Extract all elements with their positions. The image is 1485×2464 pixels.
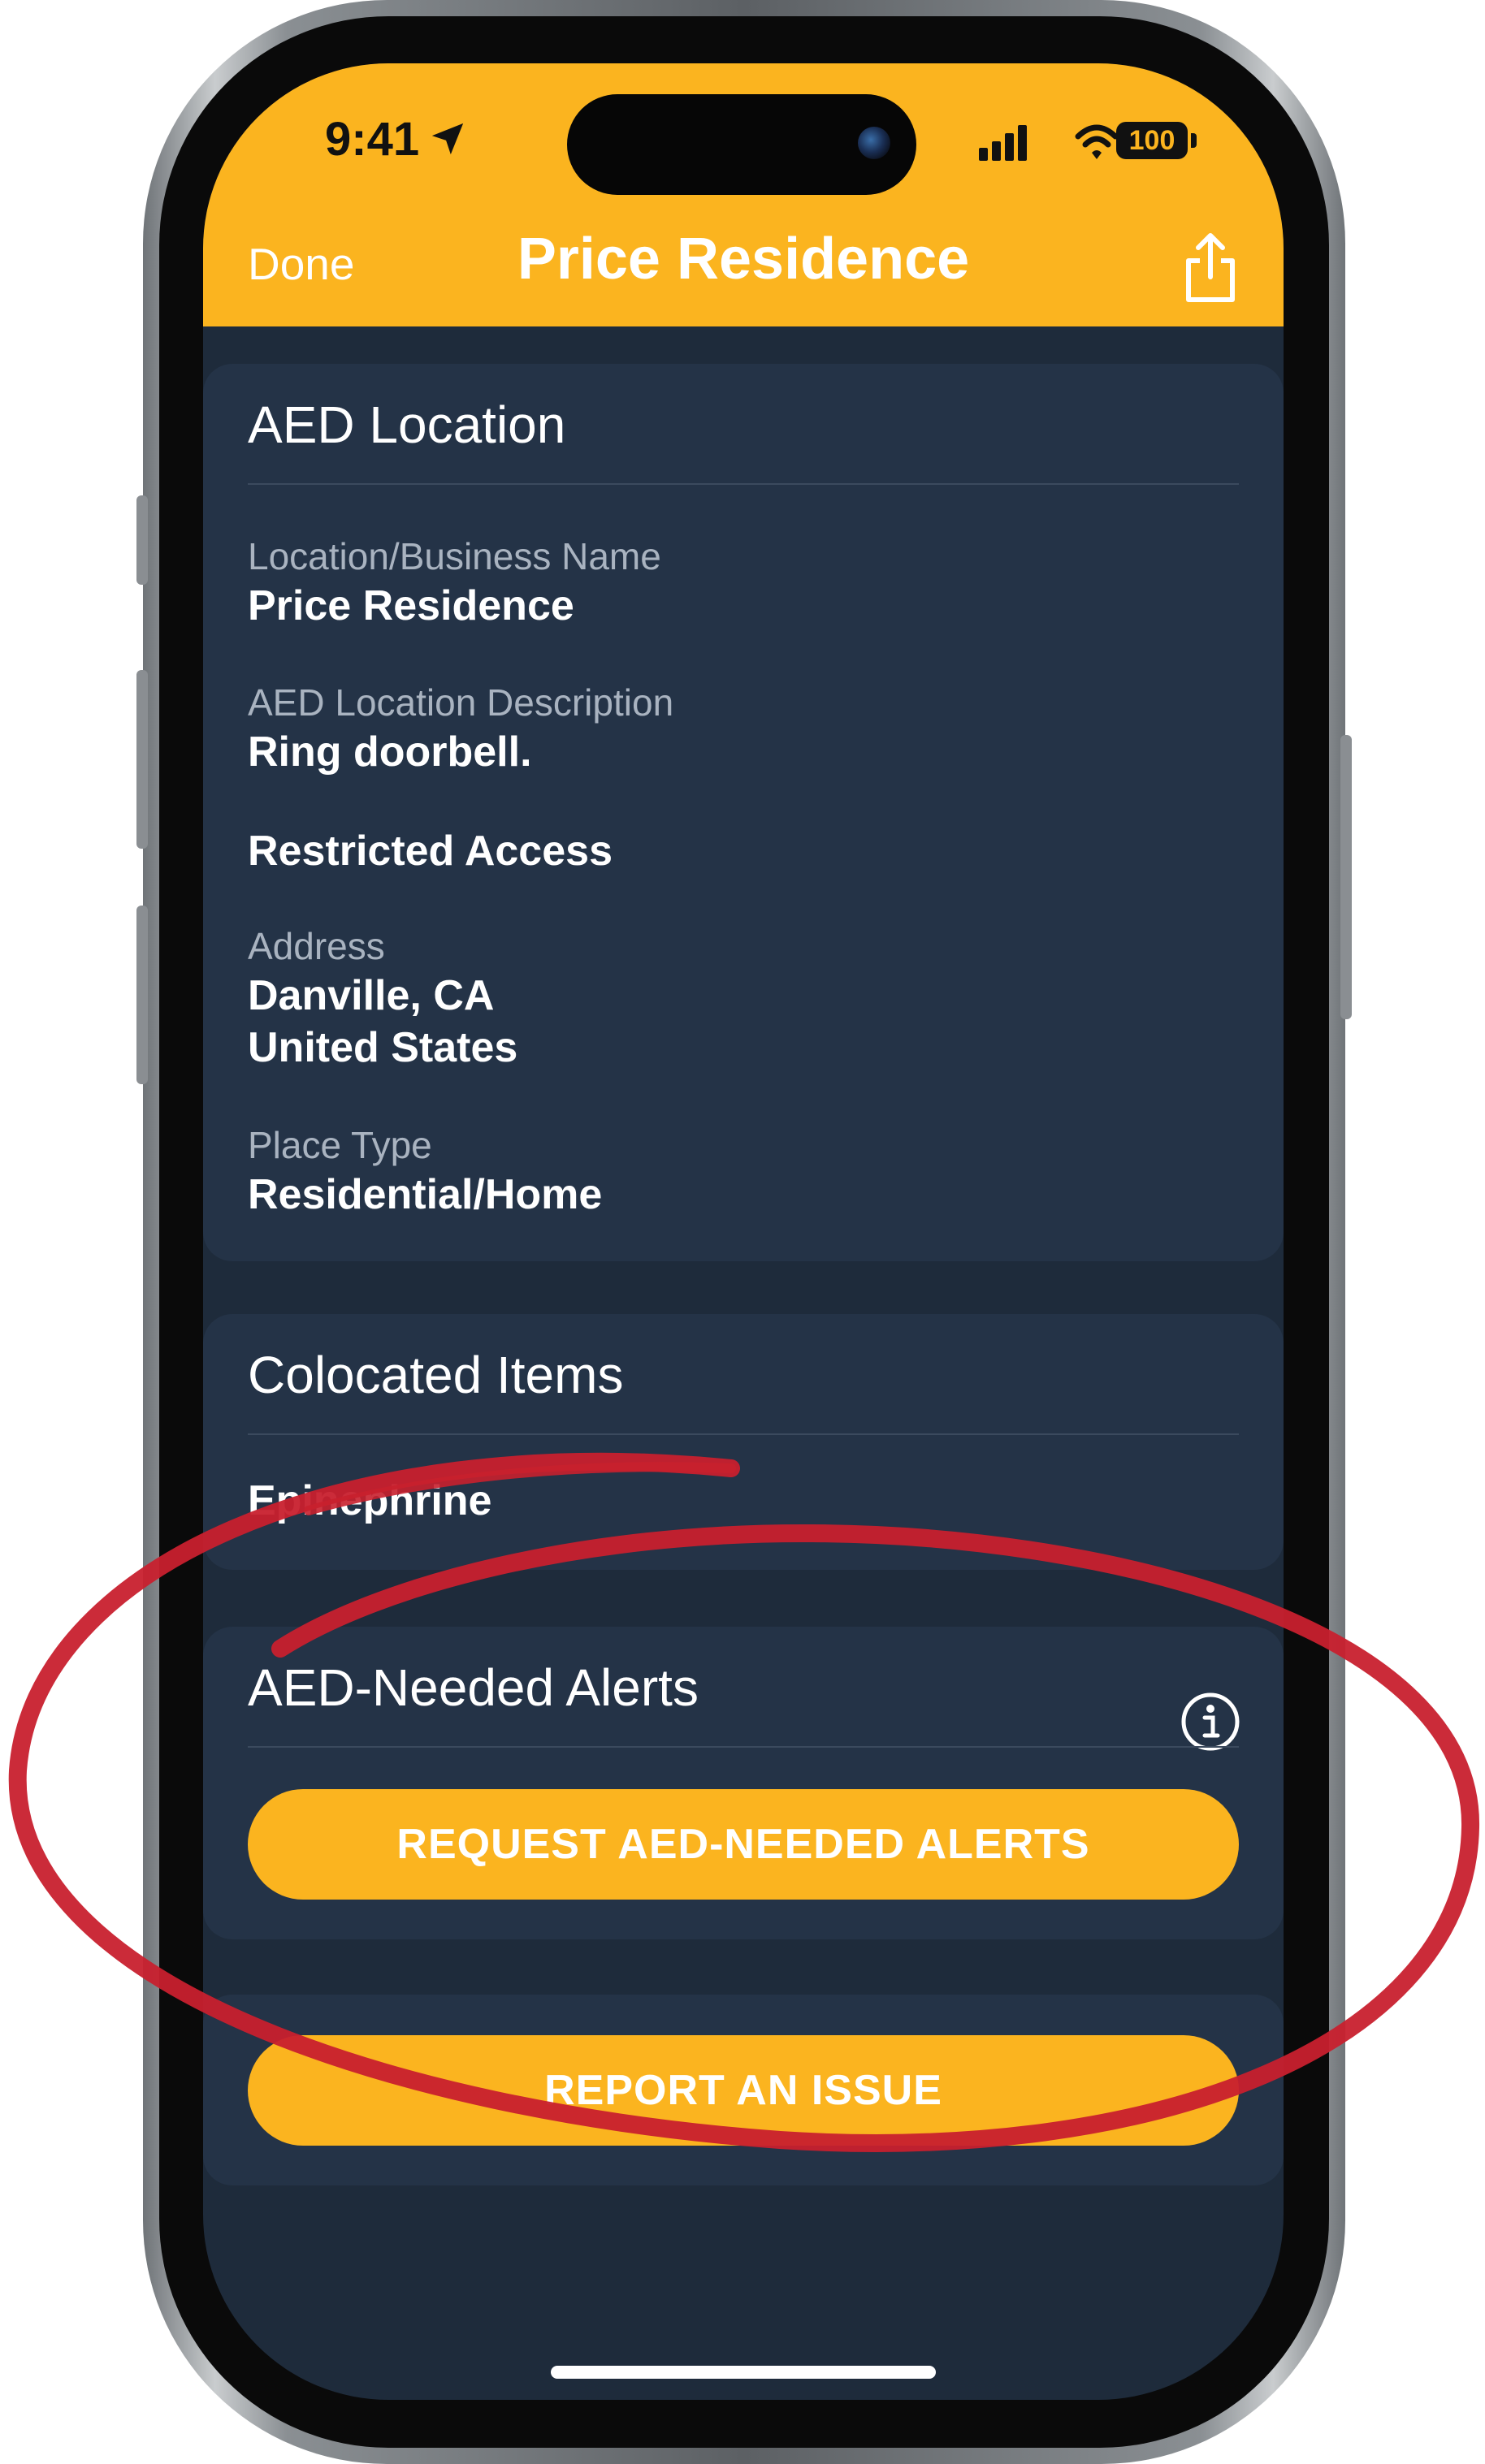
report-issue-button[interactable]: REPORT AN ISSUE: [248, 2035, 1239, 2146]
place-type-value: Residential/Home: [248, 1171, 603, 1218]
field-label: Address: [248, 925, 385, 967]
share-icon[interactable]: [1182, 231, 1239, 305]
battery-level: 100: [1128, 124, 1175, 156]
location-name-value: Price Residence: [248, 582, 574, 629]
section-heading: AED Location: [248, 396, 566, 454]
divider: [248, 1746, 1239, 1748]
colocated-items-card: Colocated Items Epinephrine: [203, 1314, 1284, 1570]
location-arrow-icon: [431, 123, 464, 155]
info-icon[interactable]: [1180, 1692, 1240, 1752]
home-indicator: [551, 2366, 936, 2379]
battery-icon: 100: [1116, 122, 1188, 159]
screen: 9:41 100 Done Price Residence AED Locati…: [203, 63, 1284, 2400]
address-line-2: United States: [248, 1024, 518, 1071]
section-heading: Colocated Items: [248, 1346, 624, 1404]
power-button: [1340, 735, 1352, 1019]
list-item: Epinephrine: [248, 1477, 492, 1524]
divider: [248, 483, 1239, 485]
mute-switch: [136, 495, 148, 585]
nav-header: 9:41 100 Done Price Residence: [203, 63, 1284, 326]
page-title: Price Residence: [517, 227, 970, 292]
aed-location-card: AED Location Location/Business Name Pric…: [203, 364, 1284, 1261]
location-description-value: Ring doorbell.: [248, 728, 532, 776]
request-alerts-button[interactable]: REQUEST AED-NEEDED ALERTS: [248, 1789, 1239, 1900]
signal-icon: [979, 125, 1027, 161]
status-time: 9:41: [325, 113, 420, 166]
field-label: Place Type: [248, 1124, 432, 1166]
battery-tip: [1191, 133, 1197, 148]
aed-needed-alerts-card: AED-Needed Alerts REQUEST AED-NEEDED ALE…: [203, 1627, 1284, 1939]
divider: [248, 1433, 1239, 1435]
report-card: REPORT AN ISSUE: [203, 1995, 1284, 2185]
address-line-1: Danville, CA: [248, 972, 495, 1019]
field-label: AED Location Description: [248, 681, 674, 724]
field-label: Location/Business Name: [248, 535, 661, 577]
volume-down-button: [136, 906, 148, 1084]
restricted-access-value: Restricted Access: [248, 828, 613, 875]
wifi-icon: [1075, 124, 1119, 159]
camera-lens: [858, 127, 890, 159]
volume-up-button: [136, 670, 148, 849]
section-heading: AED-Needed Alerts: [248, 1658, 699, 1717]
